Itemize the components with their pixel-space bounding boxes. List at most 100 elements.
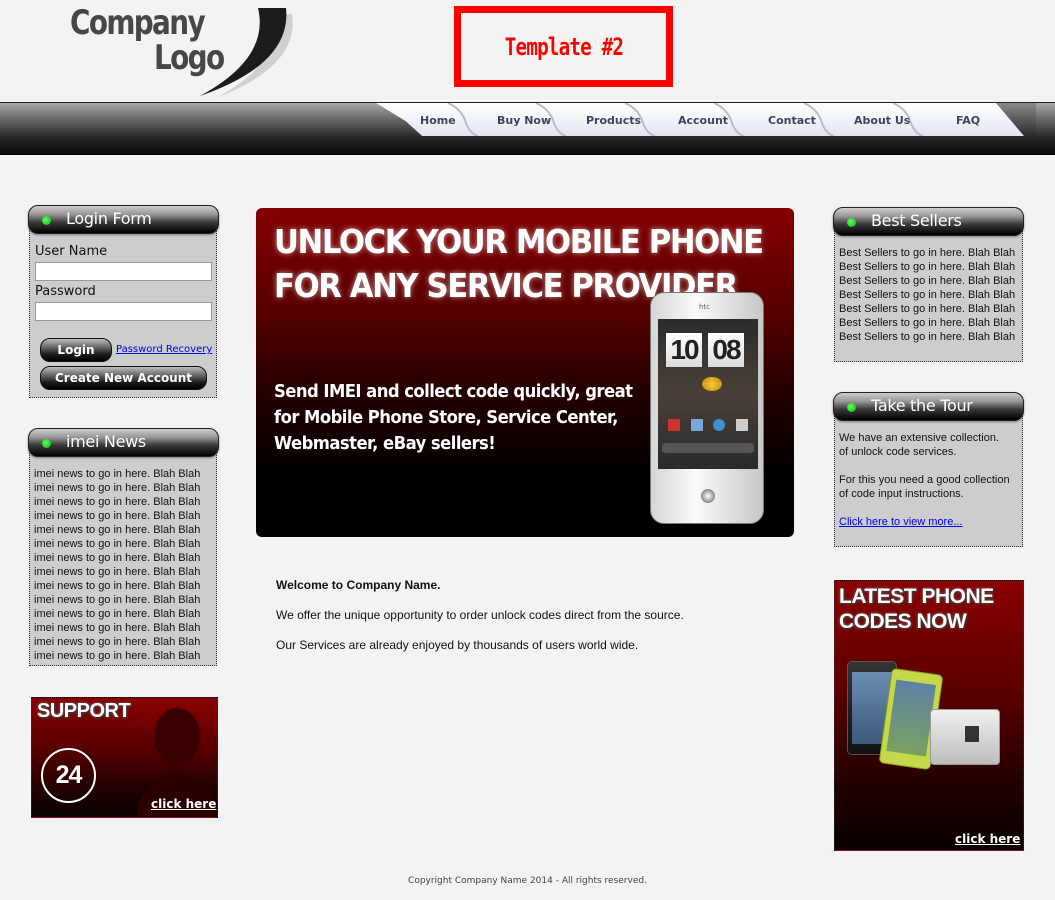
best-seller-item: Best Sellers to go in here. Blah Blah	[839, 289, 1016, 301]
news-item: imei news to go in here. Blah Blah	[34, 524, 201, 536]
imei-news-box: imei news to go in here. Blah Blah imei …	[28, 428, 219, 668]
nav-tab-strip: Home Buy Now Products Account Contact Ab…	[376, 103, 1036, 136]
imei-news-header: imei News	[28, 428, 219, 457]
phone-dock	[662, 443, 754, 453]
best-seller-item: Best Sellers to go in here. Blah Blah	[839, 247, 1016, 259]
take-tour-box: We have an extensive collection. of unlo…	[833, 392, 1024, 548]
password-recovery-link[interactable]: Password Recovery	[116, 344, 212, 355]
mail-app-icon	[668, 419, 680, 431]
news-item: imei news to go in here. Blah Blah	[34, 650, 201, 662]
template-label-box: Template #2	[454, 6, 673, 87]
welcome-section: Welcome to Company Name. We offer the un…	[276, 578, 684, 668]
camera-app-icon	[735, 419, 748, 431]
support-click-here-link[interactable]: click here	[151, 797, 216, 811]
phone-image: htc 10 08	[650, 292, 764, 524]
weather-sun-icon	[702, 377, 722, 391]
latest-codes-banner[interactable]: LATEST PHONE CODES NOW click here	[834, 580, 1024, 851]
messages-app-icon	[690, 419, 703, 431]
nav-item-products[interactable]: Products	[586, 114, 641, 127]
phone-brand: htc	[699, 303, 711, 311]
tour-text: We have an extensive collection. of unlo…	[839, 431, 1010, 529]
tour-line-1: We have an extensive collection.	[839, 432, 999, 444]
latest-codes-title-line2: CODES NOW	[839, 610, 967, 633]
status-dot-icon	[847, 218, 856, 227]
news-item: imei news to go in here. Blah Blah	[34, 622, 201, 634]
nav-item-account[interactable]: Account	[678, 114, 728, 127]
login-form-box: User Name Password Login Password Recove…	[28, 205, 219, 399]
phone-screen: 10 08	[658, 319, 758, 469]
support-24-badge-icon: 24	[41, 748, 96, 803]
imei-news-list: imei news to go in here. Blah Blah imei …	[34, 467, 200, 663]
create-account-button[interactable]: Create New Account	[40, 366, 207, 390]
latest-codes-title-line1: LATEST PHONE	[839, 585, 994, 608]
best-sellers-box: Best Sellers to go in here. Blah Blah Be…	[833, 207, 1024, 363]
template-label: Template #2	[504, 32, 623, 61]
take-tour-title: Take the Tour	[871, 396, 973, 415]
latest-codes-title: LATEST PHONE CODES NOW	[839, 584, 994, 634]
hero-subtext: Send IMEI and collect code quickly, grea…	[274, 382, 633, 454]
browser-app-icon	[713, 419, 726, 431]
news-item: imei news to go in here. Blah Blah	[34, 594, 201, 606]
news-item: imei news to go in here. Blah Blah	[34, 552, 201, 564]
phone-silver-image	[930, 709, 1000, 765]
login-button[interactable]: Login	[40, 338, 112, 362]
app-icons-row	[668, 419, 748, 431]
clock-minutes: 08	[708, 333, 744, 367]
take-tour-body: We have an extensive collection. of unlo…	[834, 412, 1023, 547]
best-seller-item: Best Sellers to go in here. Blah Blah	[839, 275, 1016, 287]
take-tour-header: Take the Tour	[833, 392, 1024, 421]
nav-item-home[interactable]: Home	[420, 114, 456, 127]
tour-line-2: of unlock code services.	[839, 446, 957, 458]
news-item: imei news to go in here. Blah Blah	[34, 496, 201, 508]
news-item: imei news to go in here. Blah Blah	[34, 468, 201, 480]
news-item: imei news to go in here. Blah Blah	[34, 608, 201, 620]
best-sellers-header: Best Sellers	[833, 207, 1024, 236]
support-title: SUPPORT	[37, 700, 131, 722]
imei-news-title: imei News	[66, 432, 146, 451]
status-dot-icon	[42, 439, 51, 448]
username-label: User Name	[35, 244, 108, 259]
news-item: imei news to go in here. Blah Blah	[34, 566, 201, 578]
tour-view-more-link[interactable]: Click here to view more...	[839, 516, 962, 528]
username-input[interactable]	[35, 262, 212, 281]
status-dot-icon	[847, 403, 856, 412]
welcome-paragraph-2: Our Services are already enjoyed by thou…	[276, 638, 639, 652]
clock-hours: 10	[666, 333, 702, 367]
best-seller-item: Best Sellers to go in here. Blah Blah	[839, 303, 1016, 315]
company-logo[interactable]: Company Logo	[68, 6, 308, 98]
nav-item-faq[interactable]: FAQ	[956, 114, 980, 127]
tour-line-3: For this you need a good collection	[839, 474, 1010, 486]
news-item: imei news to go in here. Blah Blah	[34, 538, 201, 550]
welcome-paragraph-1: We offer the unique opportunity to order…	[276, 608, 684, 622]
nav-item-about-us[interactable]: About Us	[854, 114, 910, 127]
news-item: imei news to go in here. Blah Blah	[34, 482, 201, 494]
news-item: imei news to go in here. Blah Blah	[34, 636, 201, 648]
main-navbar: Home Buy Now Products Account Contact Ab…	[0, 102, 1055, 155]
login-form-body: User Name Password Login Password Recove…	[29, 225, 217, 398]
phone-home-button-icon	[701, 489, 715, 503]
best-sellers-title: Best Sellers	[871, 211, 962, 230]
news-item: imei news to go in here. Blah Blah	[34, 580, 201, 592]
best-seller-item: Best Sellers to go in here. Blah Blah	[839, 331, 1016, 343]
best-seller-item: Best Sellers to go in here. Blah Blah	[839, 317, 1016, 329]
support-badge-text: 24	[55, 761, 83, 789]
welcome-heading: Welcome to Company Name.	[276, 578, 441, 592]
footer-copyright: Copyright Company Name 2014 - All rights…	[408, 876, 647, 886]
best-sellers-list: Best Sellers to go in here. Blah Blah Be…	[839, 246, 1015, 344]
logo-swoosh-icon	[200, 8, 293, 98]
support-banner[interactable]: SUPPORT 24 click here	[31, 697, 218, 818]
best-sellers-body: Best Sellers to go in here. Blah Blah Be…	[834, 227, 1023, 362]
password-input[interactable]	[35, 302, 212, 321]
latest-codes-click-here-link[interactable]: click here	[955, 832, 1020, 846]
tour-line-4: of code input instructions.	[839, 488, 964, 500]
hero-banner[interactable]: UNLOCK YOUR MOBILE PHONE FOR ANY SERVICE…	[256, 208, 794, 537]
hero-headline-line1: UNLOCK YOUR MOBILE PHONE	[274, 222, 764, 261]
login-form-title: Login Form	[66, 209, 152, 228]
login-form-header: Login Form	[28, 205, 219, 234]
logo-text-line1: Company	[70, 3, 206, 43]
nav-item-buy-now[interactable]: Buy Now	[497, 114, 551, 127]
nav-item-contact[interactable]: Contact	[768, 114, 816, 127]
best-seller-item: Best Sellers to go in here. Blah Blah	[839, 261, 1016, 273]
status-dot-icon	[42, 216, 51, 225]
news-item: imei news to go in here. Blah Blah	[34, 510, 201, 522]
